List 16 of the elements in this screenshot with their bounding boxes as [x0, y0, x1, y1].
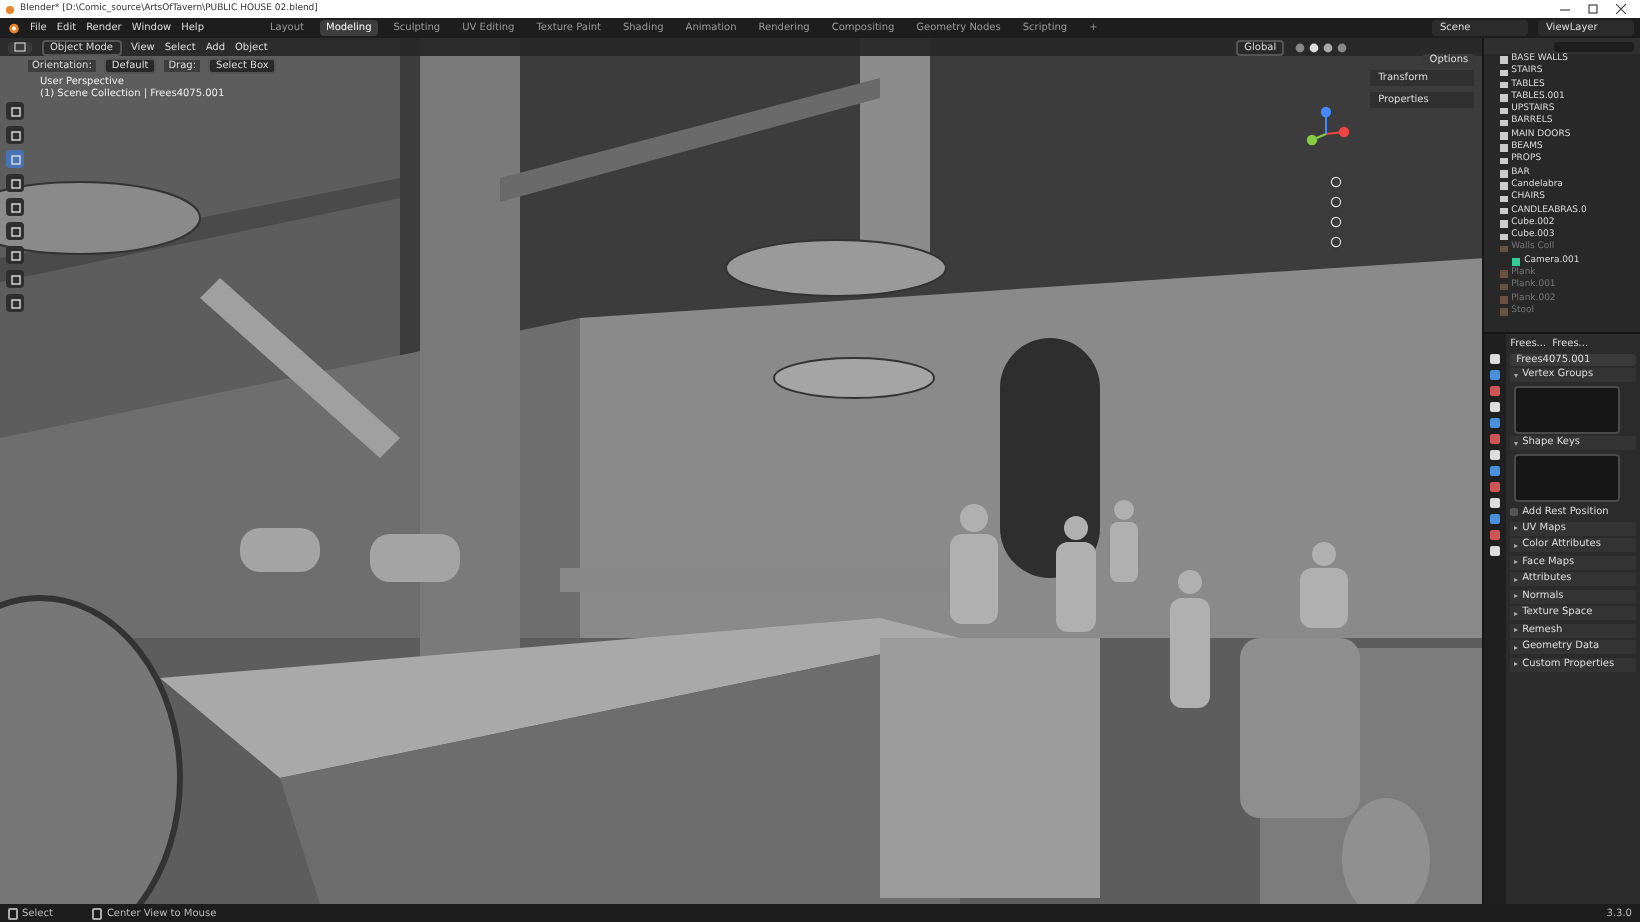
- tool-icon[interactable]: [6, 150, 24, 168]
- tool-icon[interactable]: [6, 222, 24, 240]
- tool-icon[interactable]: [6, 270, 24, 288]
- maximize-icon[interactable]: [1588, 4, 1598, 14]
- tool-icon[interactable]: [6, 102, 24, 120]
- tool-icon[interactable]: [6, 174, 24, 192]
- tool-icon[interactable]: [6, 246, 24, 264]
- list-box: [1514, 385, 1620, 433]
- tool-icon[interactable]: [6, 198, 24, 216]
- tool-icon[interactable]: [6, 294, 24, 312]
- list-box: [1514, 453, 1620, 501]
- close-icon[interactable]: [1616, 4, 1626, 14]
- minimize-icon[interactable]: [1560, 4, 1570, 14]
- tool-icon[interactable]: [6, 126, 24, 144]
- app-logo-icon: [6, 5, 14, 13]
- editor-type-button[interactable]: [8, 41, 32, 53]
